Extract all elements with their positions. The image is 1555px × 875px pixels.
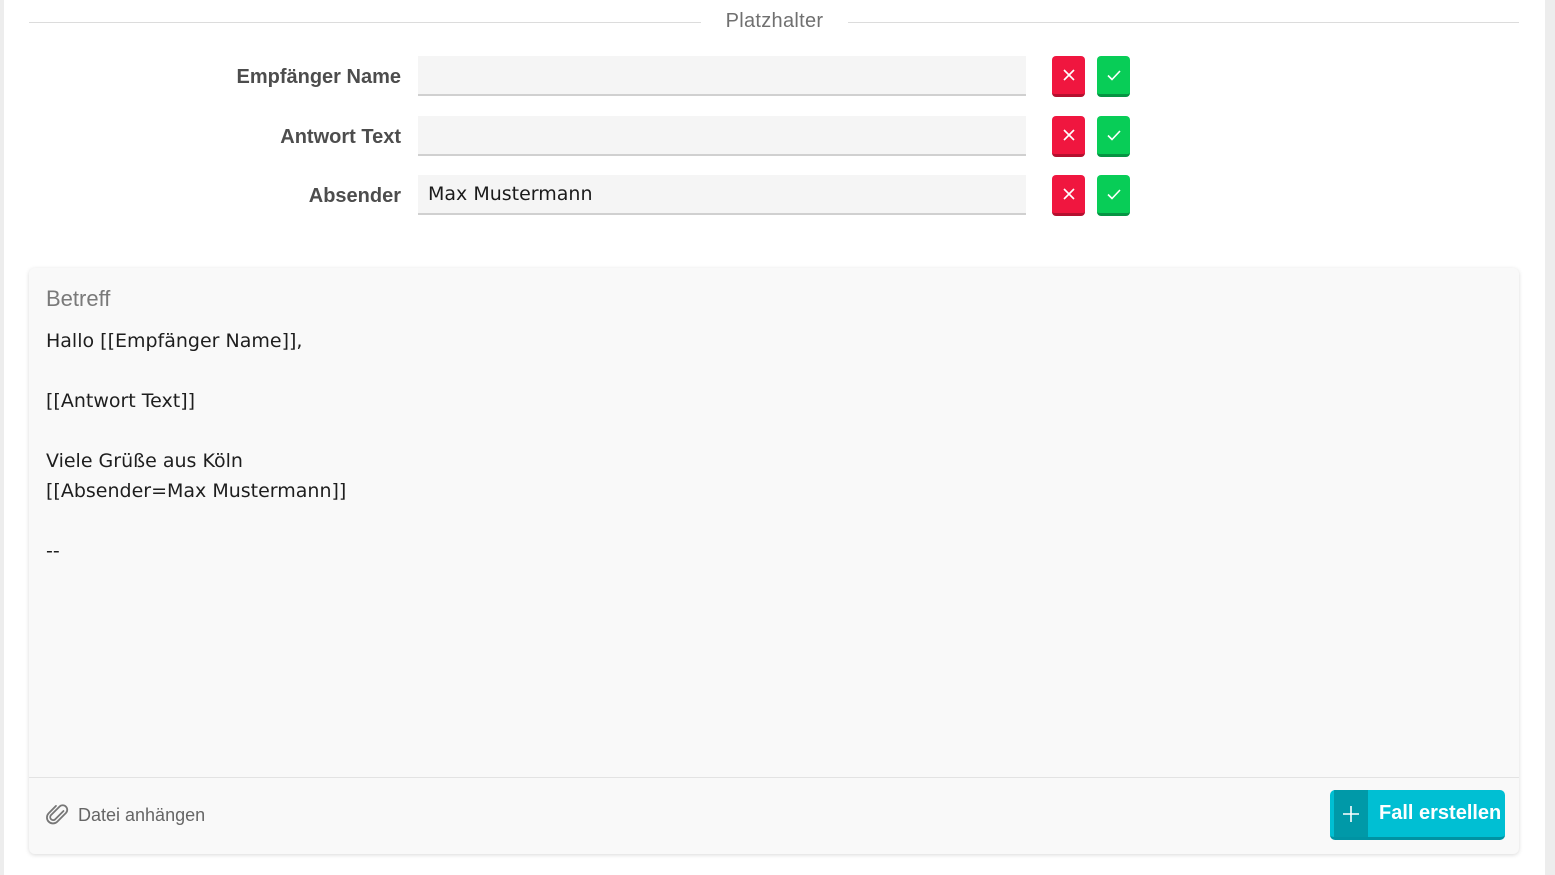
editor-footer: Datei anhängen Fall erstellen: [29, 777, 1519, 855]
check-icon: [1106, 70, 1121, 81]
confirm-button[interactable]: [1097, 175, 1130, 216]
placeholder-input-antwort-text[interactable]: [418, 116, 1026, 156]
create-case-label: Fall erstellen: [1379, 802, 1502, 824]
placeholder-section-divider: Platzhalter: [29, 0, 1519, 48]
reject-button[interactable]: [1052, 175, 1085, 216]
close-icon: [1062, 188, 1075, 200]
attach-file-label: Datei anhängen: [78, 804, 206, 825]
subject-input[interactable]: Betreff: [46, 286, 110, 312]
placeholder-label: Antwort Text: [280, 126, 401, 148]
reject-button[interactable]: [1052, 116, 1085, 157]
body-line: Viele Grüße aus Köln: [46, 450, 243, 472]
reject-button[interactable]: [1052, 56, 1085, 97]
message-body[interactable]: Hallo [[Empfänger Name]], [[Antwort Text…: [46, 326, 1496, 566]
close-icon: [1062, 129, 1075, 141]
confirm-button[interactable]: [1097, 56, 1130, 97]
section-title: Platzhalter: [725, 10, 824, 32]
body-line: [46, 416, 1496, 446]
attach-file-button[interactable]: Datei anhängen: [46, 802, 205, 828]
body-line: [[Antwort Text]]: [46, 390, 196, 412]
body-line: [46, 356, 1496, 386]
body-line: Hallo [[Empfänger Name]],: [46, 330, 303, 352]
placeholder-input-empfaenger-name[interactable]: [418, 56, 1026, 96]
create-icon-wrap: [1334, 790, 1368, 837]
body-line: --: [46, 540, 60, 562]
confirm-button[interactable]: [1097, 116, 1130, 157]
placeholder-label: Empfänger Name: [236, 66, 402, 88]
create-case-button[interactable]: Fall erstellen: [1330, 790, 1505, 840]
close-icon: [1062, 69, 1075, 81]
placeholder-row-antwort-text: Antwort Text: [4, 116, 1545, 160]
check-icon: [1106, 130, 1121, 141]
divider-line-right: [848, 22, 1519, 23]
placeholder-input-absender[interactable]: [418, 175, 1026, 215]
body-line: [46, 506, 1496, 536]
paperclip-icon: [46, 804, 69, 825]
placeholder-label: Absender: [308, 185, 401, 207]
placeholder-row-empfaenger-name: Empfänger Name: [4, 56, 1545, 100]
plus-icon: [1343, 805, 1359, 822]
divider-line-left: [29, 22, 701, 23]
body-line: [[Absender=Max Mustermann]]: [46, 480, 347, 502]
check-icon: [1106, 189, 1121, 200]
page: Platzhalter Empfänger Name Antwort Text: [4, 0, 1545, 875]
placeholder-row-absender: Absender: [4, 175, 1545, 219]
message-editor: Betreff Hallo [[Empfänger Name]], [[Antw…: [29, 268, 1519, 854]
